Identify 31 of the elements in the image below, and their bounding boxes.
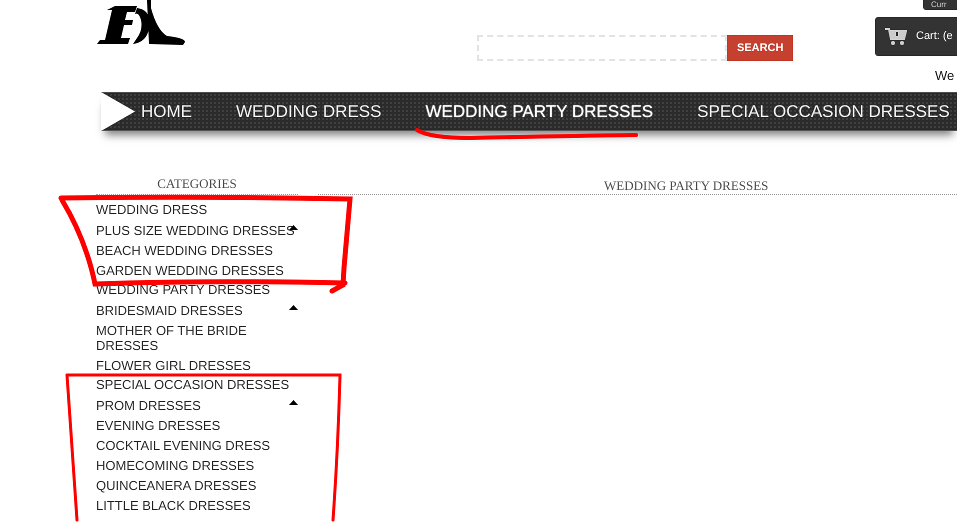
cart-button[interactable]: Cart: (e [875,17,957,56]
subcategory-link[interactable]: EVENING DRESSES [96,415,298,435]
subcategory-link[interactable]: PLUS SIZE WEDDING DRESSES [96,220,298,240]
subcategory-link[interactable]: MOTHER OF THE BRIDE DRESSES [96,320,298,355]
category-link[interactable]: SPECIAL OCCASION DRESSES [96,377,290,392]
search-field[interactable] [477,35,727,61]
nav-arrow-notch [101,92,135,131]
subcategory-link[interactable]: GARDEN WEDDING DRESSES [96,260,298,280]
nav-link[interactable]: WEDDING PARTY DRESSES [425,98,654,124]
subcategory-link[interactable]: BEACH WEDDING DRESSES [96,240,298,260]
logo-icon[interactable] [97,0,186,46]
subcategory-link[interactable]: COCKTAIL EVENING DRESS [96,435,298,455]
subcategory-link[interactable]: PROM DRESSES [96,395,298,415]
category-link[interactable]: WEDDING DRESS [96,202,208,217]
subcategory-link[interactable]: LITTLE BLACK DRESSES [96,495,298,515]
nav-link[interactable]: SPECIAL OCCASION DRESSES [697,98,950,124]
cart-label: Cart: (e [916,29,953,44]
sidebar-title: CATEGORIES [156,178,238,193]
welcome-text: We [935,67,954,85]
currency-tab[interactable]: Curr [923,0,957,10]
search-button[interactable]: SEARCH [727,35,794,61]
collapse-icon[interactable] [289,305,298,310]
subcategory-link[interactable]: HOMECOMING DRESSES [96,455,298,475]
subcategory-link[interactable]: BRIDESMAID DRESSES [96,300,298,320]
nav-link[interactable]: WEDDING DRESS [236,98,382,124]
cart-icon [885,28,907,46]
subcategory-link[interactable]: QUINCEANERA DRESSES [96,475,298,495]
nav-link[interactable]: HOME [141,98,192,124]
subcategory-link[interactable]: FLOWER GIRL DRESSES [96,355,298,375]
collapse-icon[interactable] [289,400,298,405]
page-title: WEDDING PARTY DRESSES [604,177,770,192]
